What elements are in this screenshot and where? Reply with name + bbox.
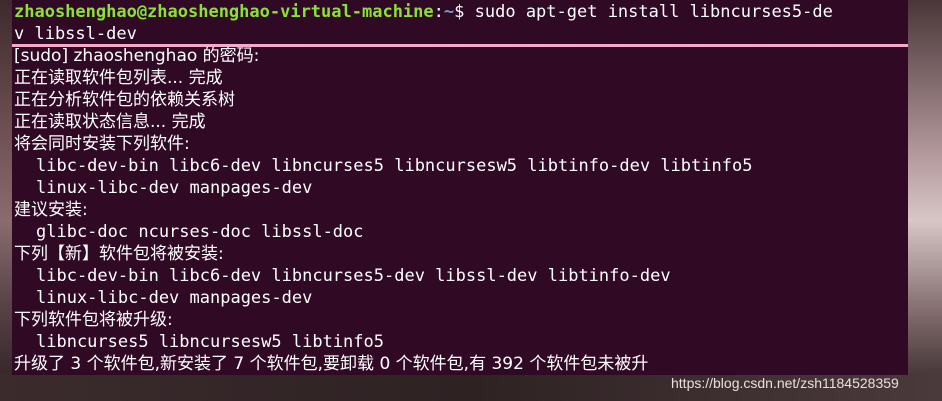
output-line: 下列【新】软件包将被安装: [14, 244, 224, 264]
output-line: 将会同时安装下列软件: [14, 134, 190, 154]
prompt-symbol: $ [454, 2, 465, 22]
output-line: linux-libc-dev manpages-dev [36, 178, 313, 198]
terminal-window[interactable]: zhaoshenghao@zhaoshenghao-virtual-machin… [12, 0, 908, 375]
output-line: libncurses5 libncursesw5 libtinfo5 [36, 332, 384, 352]
wallpaper-edge [906, 0, 942, 401]
output-line: linux-libc-dev manpages-dev [36, 288, 313, 308]
watermark-url: https://blog.csdn.net/zsh1184528359 [671, 375, 899, 391]
output-line: [sudo] zhaoshenghao 的密码: [14, 46, 260, 66]
prompt-line: zhaoshenghao@zhaoshenghao-virtual-machin… [14, 1, 833, 23]
command-text: sudo apt-get install libncurses5-de [474, 2, 833, 22]
prompt-user-host: zhaoshenghao@zhaoshenghao-virtual-machin… [14, 2, 434, 22]
output-line: libc-dev-bin libc6-dev libncurses5-dev l… [36, 266, 671, 286]
command-continuation: v libssl-dev [14, 24, 137, 44]
prompt-path: ~ [443, 2, 455, 22]
desktop-background: zhaoshenghao@zhaoshenghao-virtual-machin… [0, 0, 942, 401]
output-line: 正在读取软件包列表... 完成 [14, 68, 223, 88]
output-line: 正在读取状态信息... 完成 [14, 112, 206, 132]
output-line: 下列软件包将被升级: [14, 310, 173, 330]
output-line: 升级了 3 个软件包,新安装了 7 个软件包,要卸载 0 个软件包,有 392 … [14, 354, 649, 374]
output-line: glibc-doc ncurses-doc libssl-doc [36, 222, 364, 242]
output-line: 建议安装: [14, 200, 88, 220]
prompt-separator: : [433, 2, 444, 22]
output-line: libc-dev-bin libc6-dev libncurses5 libnc… [36, 156, 753, 176]
output-line: 正在分析软件包的依赖关系树 [14, 90, 235, 110]
